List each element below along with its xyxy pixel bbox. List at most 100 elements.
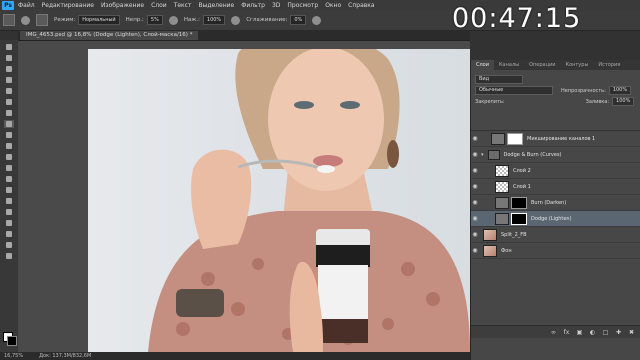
blend-row: Обычные Непрозрачность: 100% <box>471 85 640 96</box>
menu-text[interactable]: Текст <box>174 2 192 9</box>
brush-tool-icon-active[interactable] <box>4 120 14 128</box>
add-mask-icon[interactable]: ▣ <box>576 329 583 336</box>
visibility-eye-icon[interactable]: ◉ <box>471 131 479 146</box>
layer-row[interactable]: ◉ Фон <box>471 243 640 259</box>
stamp-tool-icon[interactable] <box>4 131 14 139</box>
document-image[interactable] <box>88 49 470 352</box>
menu-window[interactable]: Окно <box>325 2 341 9</box>
layer-name: Слой 2 <box>513 167 531 174</box>
layer-mask-thumb[interactable] <box>507 132 523 145</box>
smoothing-settings-icon[interactable] <box>312 15 322 25</box>
layer-thumb <box>495 180 509 193</box>
visibility-eye-icon[interactable]: ◉ <box>471 179 479 194</box>
move-tool-icon[interactable] <box>4 43 14 51</box>
menu-3d[interactable]: 3D <box>272 2 280 9</box>
layer-name: Burn (Darken) <box>531 199 567 206</box>
layer-row-selected[interactable]: ◉ Dodge (Lighten) <box>471 211 640 227</box>
trash-icon[interactable]: ✖ <box>628 329 635 336</box>
smoothing-field[interactable]: 0% <box>290 15 307 25</box>
layer-kind-filter[interactable]: Вид <box>475 75 523 84</box>
marquee-tool-icon[interactable] <box>4 54 14 62</box>
pressure-opacity-icon[interactable] <box>168 15 178 25</box>
dodge-tool-icon[interactable] <box>4 186 14 194</box>
adjustment-layer-icon[interactable]: ◐ <box>589 329 596 336</box>
zoom-level[interactable]: 16,75% <box>4 353 23 359</box>
tab-paths[interactable]: Контуры <box>561 60 594 70</box>
tab-history[interactable]: История <box>593 60 625 70</box>
layer-row[interactable]: ◉ Слой 2 <box>471 163 640 179</box>
menu-view[interactable]: Просмотр <box>287 2 318 9</box>
new-group-icon[interactable]: □ <box>602 329 609 336</box>
hand-tool-icon[interactable] <box>4 241 14 249</box>
tab-channels[interactable]: Каналы <box>494 60 524 70</box>
opacity-label: Непр.: <box>125 17 144 23</box>
lasso-tool-icon[interactable] <box>4 65 14 73</box>
chevron-down-icon[interactable]: ▾ <box>481 152 484 158</box>
fill-label: Заливка: <box>585 98 610 105</box>
tab-layers[interactable]: Слои <box>471 60 494 70</box>
tools-panel <box>0 40 19 352</box>
menu-help[interactable]: Справка <box>348 2 374 9</box>
path-select-tool-icon[interactable] <box>4 219 14 227</box>
new-layer-icon[interactable]: ✚ <box>615 329 622 336</box>
eraser-tool-icon[interactable] <box>4 153 14 161</box>
menu-edit[interactable]: Редактирование <box>42 2 94 9</box>
quick-select-tool-icon[interactable] <box>4 76 14 84</box>
layer-name: Фон <box>501 247 512 254</box>
layer-opacity-field[interactable]: 100% <box>608 86 632 95</box>
layer-row[interactable]: ◉ Слой 1 <box>471 179 640 195</box>
healing-tool-icon[interactable] <box>4 109 14 117</box>
menu-layers[interactable]: Слои <box>151 2 167 9</box>
visibility-eye-icon[interactable]: ◉ <box>471 211 479 226</box>
menu-image[interactable]: Изображение <box>101 2 144 9</box>
crop-tool-icon[interactable] <box>4 87 14 95</box>
flow-label: Наж.: <box>183 17 200 23</box>
gradient-tool-icon[interactable] <box>4 164 14 172</box>
layer-thumb <box>483 244 497 257</box>
pen-tool-icon[interactable] <box>4 197 14 205</box>
blur-tool-icon[interactable] <box>4 175 14 183</box>
visibility-eye-icon[interactable]: ◉ <box>471 243 479 258</box>
brush-preset-icon[interactable] <box>21 15 30 25</box>
panel-tabs: Слои Каналы Операции Контуры История <box>471 60 640 70</box>
background-color-swatch[interactable] <box>7 336 17 346</box>
adjustment-icon <box>491 132 505 145</box>
fx-icon[interactable]: fx <box>563 329 570 336</box>
type-tool-icon[interactable] <box>4 208 14 216</box>
layer-row[interactable]: ◉ Микширование каналов 1 <box>471 131 640 147</box>
layer-mask-thumb[interactable] <box>511 196 527 209</box>
tab-actions[interactable]: Операции <box>524 60 560 70</box>
layer-mask-thumb[interactable] <box>511 212 527 225</box>
brush-panel-icon[interactable] <box>36 14 48 26</box>
eyedropper-tool-icon[interactable] <box>4 98 14 106</box>
layer-row[interactable]: ◉ Split_2_FB <box>471 227 640 243</box>
adjustment-icon <box>495 212 509 225</box>
visibility-eye-icon[interactable]: ◉ <box>471 163 479 178</box>
layers-list: ◉ Микширование каналов 1 ◉ ▾ Dodge & Bur… <box>471 130 640 326</box>
zoom-tool-icon[interactable] <box>4 252 14 260</box>
blend-mode-select[interactable]: Обычные <box>475 86 553 95</box>
layer-fill-field[interactable]: 100% <box>612 97 635 106</box>
canvas-area[interactable] <box>18 41 470 352</box>
shape-tool-icon[interactable] <box>4 230 14 238</box>
layer-group-row[interactable]: ◉ ▾ Dodge & Burn (Curves) <box>471 147 640 163</box>
mode-select[interactable]: Нормальный <box>78 15 120 25</box>
airbrush-icon[interactable] <box>231 15 241 25</box>
brush-tool-icon[interactable] <box>3 14 15 26</box>
menu-file[interactable]: Файл <box>18 2 35 9</box>
opacity-field[interactable]: 5% <box>146 15 163 25</box>
status-bar: 16,75% Док: 137,3M/832,6M <box>0 352 470 360</box>
visibility-eye-icon[interactable]: ◉ <box>471 195 479 210</box>
document-tab[interactable]: IMG_4653.psd @ 16,8% (Dodge (Lighten), С… <box>20 31 199 40</box>
layer-row[interactable]: ◉ Burn (Darken) <box>471 195 640 211</box>
opacity-label: Непрозрачность: <box>561 87 606 94</box>
link-icon[interactable]: ∞ <box>550 329 557 336</box>
flow-field[interactable]: 100% <box>202 15 226 25</box>
lock-label: Закрепить: <box>475 98 505 105</box>
menu-select[interactable]: Выделение <box>198 2 234 9</box>
history-brush-tool-icon[interactable] <box>4 142 14 150</box>
visibility-eye-icon[interactable]: ◉ <box>471 227 479 242</box>
folder-icon <box>487 149 500 160</box>
visibility-eye-icon[interactable]: ◉ <box>471 147 479 162</box>
menu-filter[interactable]: Фильтр <box>241 2 265 9</box>
